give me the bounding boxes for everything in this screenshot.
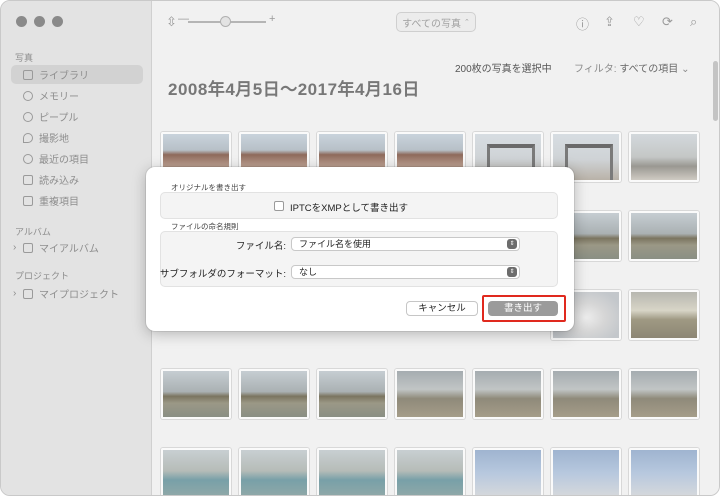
zoom-out-button[interactable]: — [178, 13, 189, 25]
export-dialog: オリジナルを書き出す IPTCをXMPとして書き出す ファイルの命名規則 ファイ… [146, 167, 574, 331]
people-icon [23, 111, 33, 122]
photo-thumbnail[interactable] [161, 369, 231, 419]
sidebar-item-library[interactable]: ライブラリ [11, 65, 143, 84]
photo-thumbnail[interactable] [395, 448, 465, 495]
duplicates-icon [23, 195, 33, 206]
photo-thumbnail[interactable] [317, 369, 387, 419]
filename-select[interactable]: ファイル名を使用 ⇕ [291, 237, 520, 251]
photo-thumbnail[interactable] [551, 448, 621, 495]
photos-window: 写真 ライブラリ メモリー ピープル 撮影地 最近の項目 読み込み 重複項目 ア… [0, 0, 720, 496]
rotate-icon[interactable]: ⇳ [166, 14, 177, 30]
photo-thumbnail[interactable] [161, 448, 231, 495]
sidebar-section-projects: プロジェクト [15, 271, 70, 281]
photo-thumbnail[interactable] [629, 211, 699, 261]
iptc-xmp-label[interactable]: IPTCをXMPとして書き出す [290, 200, 408, 214]
photo-thumbnail[interactable] [629, 132, 699, 182]
photo-thumbnail[interactable] [551, 369, 621, 419]
photo-library-icon [23, 69, 33, 80]
photo-thumbnail[interactable] [629, 369, 699, 419]
photo-thumbnail[interactable] [473, 369, 543, 419]
cancel-button[interactable]: キャンセル [406, 301, 478, 316]
clock-icon [23, 153, 33, 164]
sidebar-item-places[interactable]: 撮影地 [11, 128, 143, 147]
selection-count: 200枚の写真を選択中 [455, 64, 552, 75]
photo-thumbnail[interactable] [629, 448, 699, 495]
window-controls [16, 16, 63, 27]
date-range-title: 2008年4月5日〜2017年4月16日 [168, 80, 420, 99]
photo-thumbnail[interactable] [317, 448, 387, 495]
sidebar-item-imports[interactable]: 読み込み [11, 170, 143, 189]
sidebar-section-photos: 写真 [15, 53, 34, 63]
sidebar-item-duplicates[interactable]: 重複項目 [11, 191, 143, 210]
iptc-xmp-checkbox[interactable] [274, 201, 284, 211]
toolbar: ⇳ — + すべての写真 ⌃ ⓘ ⇪ ♡ ⟳ ⌕ [152, 1, 719, 41]
filter-menu[interactable]: フィルタ: すべての項目 ⌄ [574, 60, 689, 75]
sidebar-section-albums: アルバム [15, 227, 51, 237]
export-button-highlight [482, 295, 566, 322]
search-icon[interactable]: ⌕ [690, 14, 697, 30]
sidebar-item-my-albums[interactable]: マイアルバム [11, 238, 143, 257]
sidebar-item-my-projects[interactable]: マイプロジェクト [11, 284, 143, 303]
zoom-slider-knob[interactable] [220, 16, 231, 27]
photo-thumbnail[interactable] [239, 448, 309, 495]
chevron-updown-icon: ⇕ [507, 239, 517, 249]
sidebar-item-people[interactable]: ピープル [11, 107, 143, 126]
zoom-window-button[interactable] [52, 16, 63, 27]
minimize-window-button[interactable] [34, 16, 45, 27]
scrollbar[interactable] [713, 61, 718, 121]
heart-icon[interactable]: ♡ [633, 14, 645, 30]
chevron-updown-icon: ⌃ [464, 19, 470, 26]
subfolder-format-label: サブフォルダのフォーマット: [159, 269, 286, 280]
chevron-updown-icon: ⇕ [507, 267, 517, 277]
chevron-down-icon: ⌄ [681, 64, 690, 75]
close-window-button[interactable] [16, 16, 27, 27]
zoom-in-button[interactable]: + [269, 13, 275, 25]
view-select[interactable]: すべての写真 ⌃ [396, 12, 476, 32]
folder-icon [23, 242, 33, 253]
import-icon [23, 174, 33, 185]
folder-icon [23, 288, 33, 299]
sidebar-item-memories[interactable]: メモリー [11, 86, 143, 105]
location-pin-icon [23, 132, 33, 143]
photo-thumbnail[interactable] [395, 369, 465, 419]
share-icon[interactable]: ⇪ [604, 14, 615, 30]
photo-thumbnail[interactable] [473, 448, 543, 495]
memories-icon [23, 90, 33, 101]
photo-thumbnail[interactable] [239, 369, 309, 419]
sidebar-item-recents[interactable]: 最近の項目 [11, 149, 143, 168]
info-icon[interactable]: ⓘ [576, 14, 589, 33]
photo-thumbnail[interactable] [629, 290, 699, 340]
sidebar: 写真 ライブラリ メモリー ピープル 撮影地 最近の項目 読み込み 重複項目 ア… [1, 1, 152, 495]
filename-label: ファイル名: [235, 241, 286, 252]
subfolder-format-select[interactable]: なし ⇕ [291, 265, 520, 279]
rotate-crop-icon[interactable]: ⟳ [662, 14, 673, 30]
